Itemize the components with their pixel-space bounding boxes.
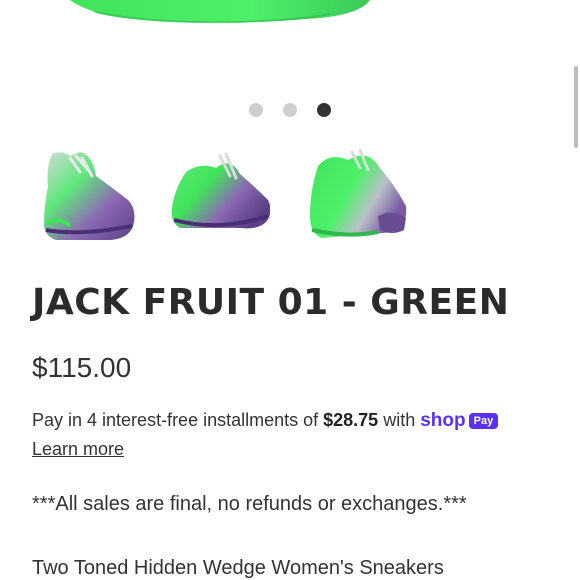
shop-brand-text: shop [420, 410, 466, 431]
product-description: Two Toned Hidden Wedge Women's Sneakers [32, 557, 444, 579]
product-price: $115.00 [32, 352, 132, 383]
page-scrollbar[interactable] [574, 66, 578, 148]
thumbnail-2[interactable] [170, 146, 271, 246]
learn-more-link[interactable]: Learn more [32, 439, 124, 460]
thumbnail-3[interactable] [308, 146, 408, 246]
installment-prefix: Pay in 4 interest-free installments of [32, 410, 324, 430]
main-image-sneaker-sole [70, 0, 370, 24]
carousel-dot-3[interactable] [317, 103, 331, 117]
product-main-image[interactable] [0, 0, 580, 90]
sneaker-front-angle-image [171, 152, 271, 229]
pay-badge: Pay [468, 413, 499, 429]
carousel-pagination [0, 103, 580, 119]
shop-pay-logo: shop Pay [420, 410, 499, 431]
thumbnail-1[interactable] [40, 146, 140, 246]
sneaker-side-image [44, 152, 135, 240]
product-title: JACK FRUIT 01 - GREEN [32, 282, 510, 323]
carousel-dot-1[interactable] [249, 103, 263, 117]
carousel-dot-2[interactable] [283, 103, 297, 117]
installment-suffix: with [378, 410, 421, 430]
sneaker-rear-angle-image [310, 148, 407, 238]
installment-info: Pay in 4 interest-free installments of $… [32, 410, 499, 432]
installment-amount: $28.75 [323, 410, 379, 430]
sales-final-notice: ***All sales are final, no refunds or ex… [32, 493, 467, 515]
